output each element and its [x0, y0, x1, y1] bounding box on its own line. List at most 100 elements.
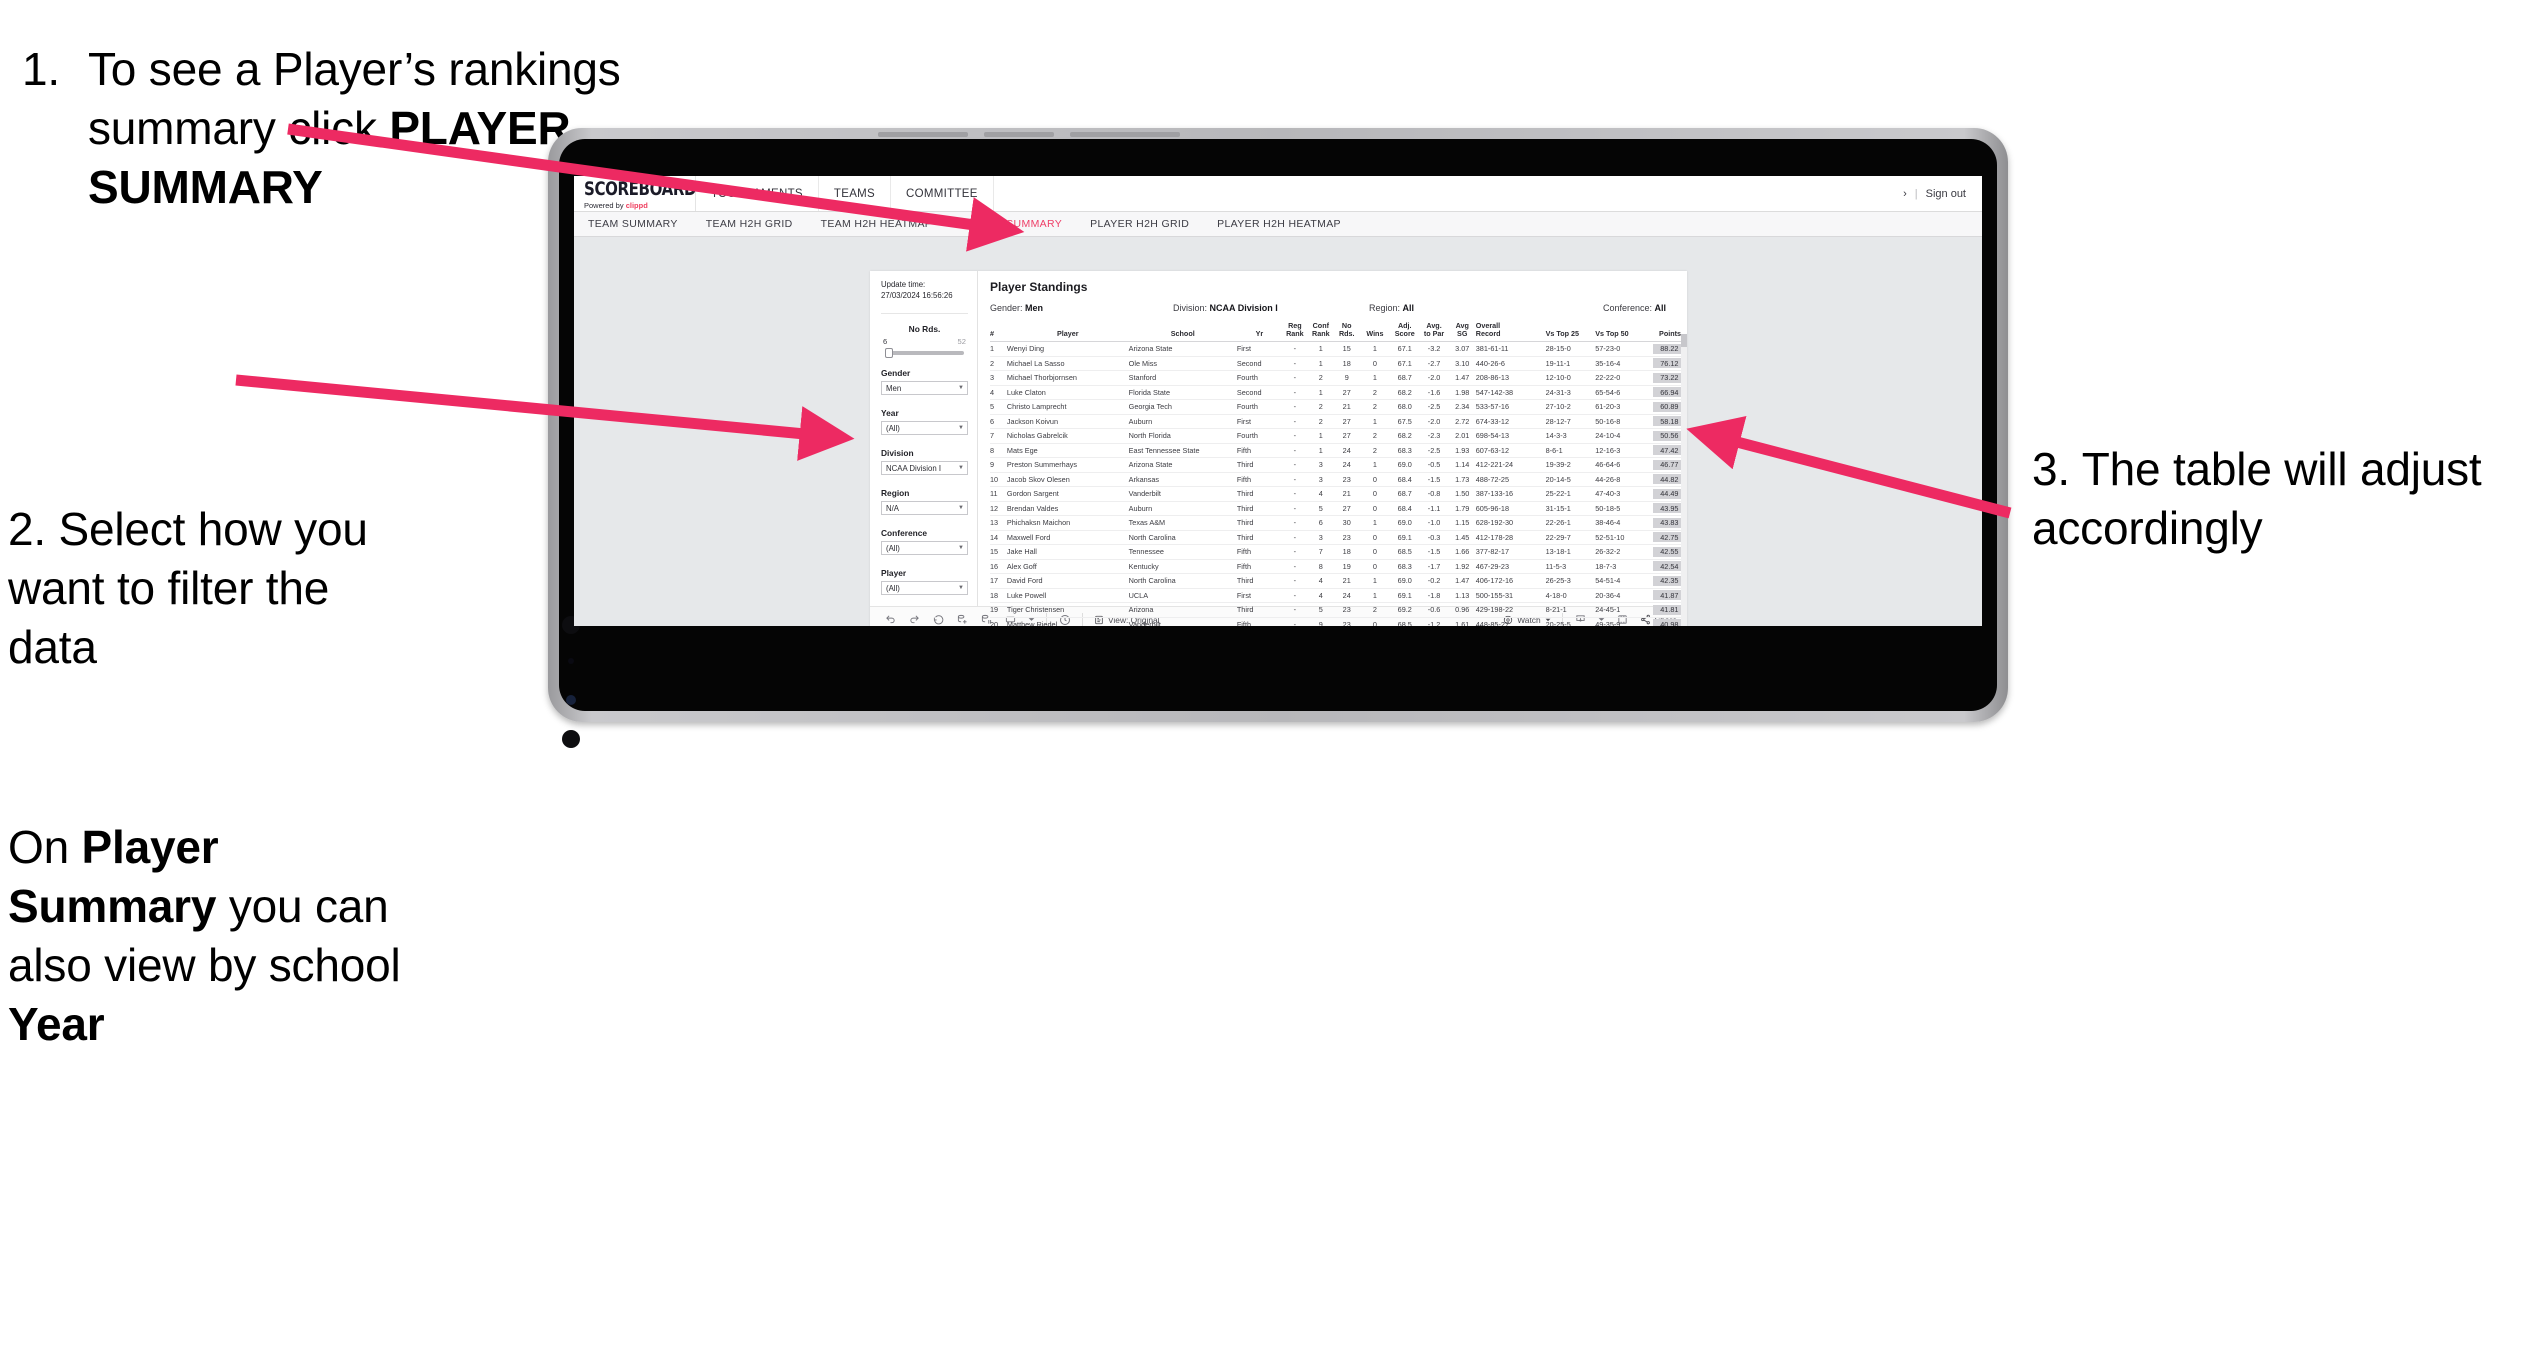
cell-school: Georgia Tech	[1128, 399, 1237, 415]
cell-school: Tennessee	[1128, 544, 1237, 560]
table-row[interactable]: 7 Nicholas Gabrelcik North Florida Fourth -1…	[990, 428, 1681, 444]
column-header-adj-score[interactable]: Adj. Score	[1390, 322, 1420, 343]
table-scrollbar[interactable]	[1681, 334, 1687, 626]
column-header-avg-sg[interactable]: Avg SG	[1448, 322, 1476, 343]
cell-vs-top-50: 24-10-4	[1595, 428, 1645, 444]
column-header-vs-top-50[interactable]: Vs Top 50	[1595, 322, 1645, 343]
cell-school: Stanford	[1128, 370, 1237, 386]
cell-wins: 0	[1359, 356, 1391, 372]
column-header-no-rds[interactable]: No Rds.	[1333, 322, 1360, 343]
filter-year-select[interactable]: (All) ▼	[881, 421, 968, 436]
cell-: 8	[990, 443, 1007, 459]
cell-school: UCLA	[1128, 588, 1237, 604]
cell-vs-top-25: 24-31-3	[1545, 385, 1596, 401]
filter-division-select[interactable]: NCAA Division I ▼	[881, 461, 968, 476]
table-row[interactable]: 3 Michael Thorbjornsen Stanford Fourth -2 9 1 6…	[990, 370, 1681, 386]
brand-logo[interactable]: SCOREBOARD Powered by clippd	[574, 176, 697, 211]
filter-region-value: N/A	[886, 503, 899, 513]
tab-team-h2h-grid[interactable]: TEAM H2H GRID	[706, 218, 809, 230]
cell-wins: 0	[1359, 501, 1391, 517]
account-chevron-icon[interactable]: ›	[1903, 188, 1907, 200]
column-header-player[interactable]: Player	[1006, 322, 1129, 343]
cell-conf-rank: 5	[1307, 501, 1334, 517]
table-row[interactable]: 13 Phichaksn Maichon Texas A&M Third -6 30 1 69…	[990, 515, 1681, 531]
cell-no-rds: 27	[1333, 414, 1360, 430]
column-header-school[interactable]: School	[1128, 322, 1237, 343]
tablet-device-mockup: SCOREBOARD Powered by clippd TOURNAMENTS…	[548, 128, 2008, 748]
cell-avg-sg: 1.50	[1448, 486, 1476, 502]
column-header-overall-record[interactable]: Overall Record	[1475, 322, 1546, 343]
top-navigation-bar: SCOREBOARD Powered by clippd TOURNAMENTS…	[574, 176, 1982, 212]
chevron-down-icon: ▼	[958, 585, 964, 592]
cell-overall-record: 547-142-38	[1475, 385, 1546, 401]
dashboard-canvas: Update time: 27/03/2024 16:56:26 No Rds.…	[574, 237, 1982, 626]
cell-school: North Carolina	[1128, 530, 1237, 546]
tab-team-summary[interactable]: TEAM SUMMARY	[588, 218, 694, 230]
table-row[interactable]: 17 David Ford North Carolina Third -4 21 1 69.0…	[990, 573, 1681, 589]
revert-icon[interactable]	[932, 613, 945, 626]
table-row[interactable]: 11 Gordon Sargent Vanderbilt Third -4 21 0 68.7…	[990, 486, 1681, 502]
points-value: 88.22	[1653, 343, 1681, 354]
table-row[interactable]: 8 Mats Ege East Tennessee State Fifth -1 24 2 6…	[990, 443, 1681, 459]
table-row[interactable]: 18 Luke Powell UCLA First -4 24 1 69.1 -1.8 1.13 5…	[990, 588, 1681, 604]
cell-vs-top-50: 50-18-5	[1595, 501, 1645, 517]
table-row[interactable]: 15 Jake Hall Tennessee Fifth -7 18 0 68.5 -1.5 1.…	[990, 544, 1681, 560]
points-value: 66.94	[1653, 387, 1681, 398]
column-header-vs-top-25[interactable]: Vs Top 25	[1545, 322, 1596, 343]
table-row[interactable]: 14 Maxwell Ford North Carolina Third -3 23 0 69…	[990, 530, 1681, 546]
cell-player: Jacob Skov Olesen	[1006, 472, 1129, 488]
column-header-wins[interactable]: Wins	[1359, 322, 1391, 343]
cell-vs-top-50: 57-23-0	[1595, 341, 1645, 357]
tablet-side-dot-3	[562, 730, 580, 748]
filter-division: Division NCAA Division I ▼	[881, 448, 968, 476]
cell-yr: Fifth	[1236, 544, 1282, 560]
cell-conf-rank: 3	[1307, 457, 1334, 473]
scrollbar-thumb[interactable]	[1681, 334, 1687, 347]
table-row[interactable]: 10 Jacob Skov Olesen Arkansas Fifth -3 23 0 68.…	[990, 472, 1681, 488]
table-row[interactable]: 5 Christo Lamprecht Georgia Tech Fourth -2 21…	[990, 399, 1681, 415]
table-row[interactable]: 2 Michael La Sasso Ole Miss Second -1 18 0 67.1…	[990, 356, 1681, 372]
nav-item-tournaments[interactable]: TOURNAMENTS	[696, 176, 819, 211]
filter-gender-select[interactable]: Men ▼	[881, 381, 968, 396]
refresh-data-icon[interactable]	[956, 613, 969, 626]
table-row[interactable]: 4 Luke Claton Florida State Second -1 27 2 68.2…	[990, 385, 1681, 401]
filter-region-select[interactable]: N/A ▼	[881, 501, 968, 516]
cell-points: 41.87	[1644, 588, 1681, 604]
no-rds-slider[interactable]	[885, 348, 964, 359]
table-row[interactable]: 9 Preston Summerhays Arizona State Third -3 2…	[990, 457, 1681, 473]
cell-player: Luke Powell	[1006, 588, 1129, 604]
table-row[interactable]: 20 Matthew Riedel Vanderbilt Fifth -9 23 0 68.5…	[990, 617, 1681, 626]
table-row[interactable]: 12 Brendan Valdes Auburn Third -5 27 0 68.4 -1.1…	[990, 501, 1681, 517]
slider-handle[interactable]	[885, 348, 893, 359]
column-header-avg-to-par[interactable]: Avg. to Par	[1419, 322, 1449, 343]
column-header-reg-rank[interactable]: Reg Rank	[1281, 322, 1308, 343]
cell-avg-sg: 1.47	[1448, 573, 1476, 589]
slider-min-value: 6	[883, 337, 888, 347]
undo-icon[interactable]	[884, 613, 897, 626]
table-row[interactable]: 1 Wenyi Ding Arizona State First -1 15 1 67.1 -3…	[990, 341, 1681, 357]
points-value: 46.77	[1653, 459, 1681, 470]
sign-out-link[interactable]: Sign out	[1926, 188, 1966, 200]
column-header-[interactable]: #	[990, 322, 1007, 343]
table-row[interactable]: 16 Alex Goff Kentucky Fifth -8 19 0 68.3 -1.7 1.9…	[990, 559, 1681, 575]
cell-reg-rank: -	[1281, 341, 1308, 357]
column-header-yr[interactable]: Yr	[1236, 322, 1282, 343]
filter-division-label: Division	[881, 448, 914, 459]
tab-team-h2h-heatmap[interactable]: TEAM H2H HEATMAP	[821, 218, 949, 230]
cell-conf-rank: 1	[1307, 341, 1334, 357]
nav-item-teams[interactable]: TEAMS	[819, 176, 892, 211]
tab-player-h2h-heatmap[interactable]: PLAYER H2H HEATMAP	[1217, 218, 1357, 230]
column-header-points[interactable]: Points	[1644, 322, 1681, 343]
filter-conference-select[interactable]: (All) ▼	[881, 541, 968, 556]
cell-avg-to-par: -2.0	[1419, 414, 1449, 430]
table-row[interactable]: 6 Jackson Koivun Auburn First -2 27 1 67.5 -2.0 2…	[990, 414, 1681, 430]
tab-player-h2h-grid[interactable]: PLAYER H2H GRID	[1090, 218, 1205, 230]
column-header-conf-rank[interactable]: Conf Rank	[1307, 322, 1334, 343]
table-row[interactable]: 19 Tiger Christensen Arizona Third -5 23 2 69.2…	[990, 602, 1681, 618]
nav-item-committee[interactable]: COMMITTEE	[891, 176, 994, 211]
redo-icon[interactable]	[908, 613, 921, 626]
cell-reg-rank: -	[1281, 559, 1308, 575]
tab-player-summary[interactable]: PLAYER SUMMARY	[960, 218, 1078, 230]
cell-vs-top-25: 26-25-3	[1545, 573, 1596, 589]
filter-player-select[interactable]: (All) ▼	[881, 581, 968, 596]
